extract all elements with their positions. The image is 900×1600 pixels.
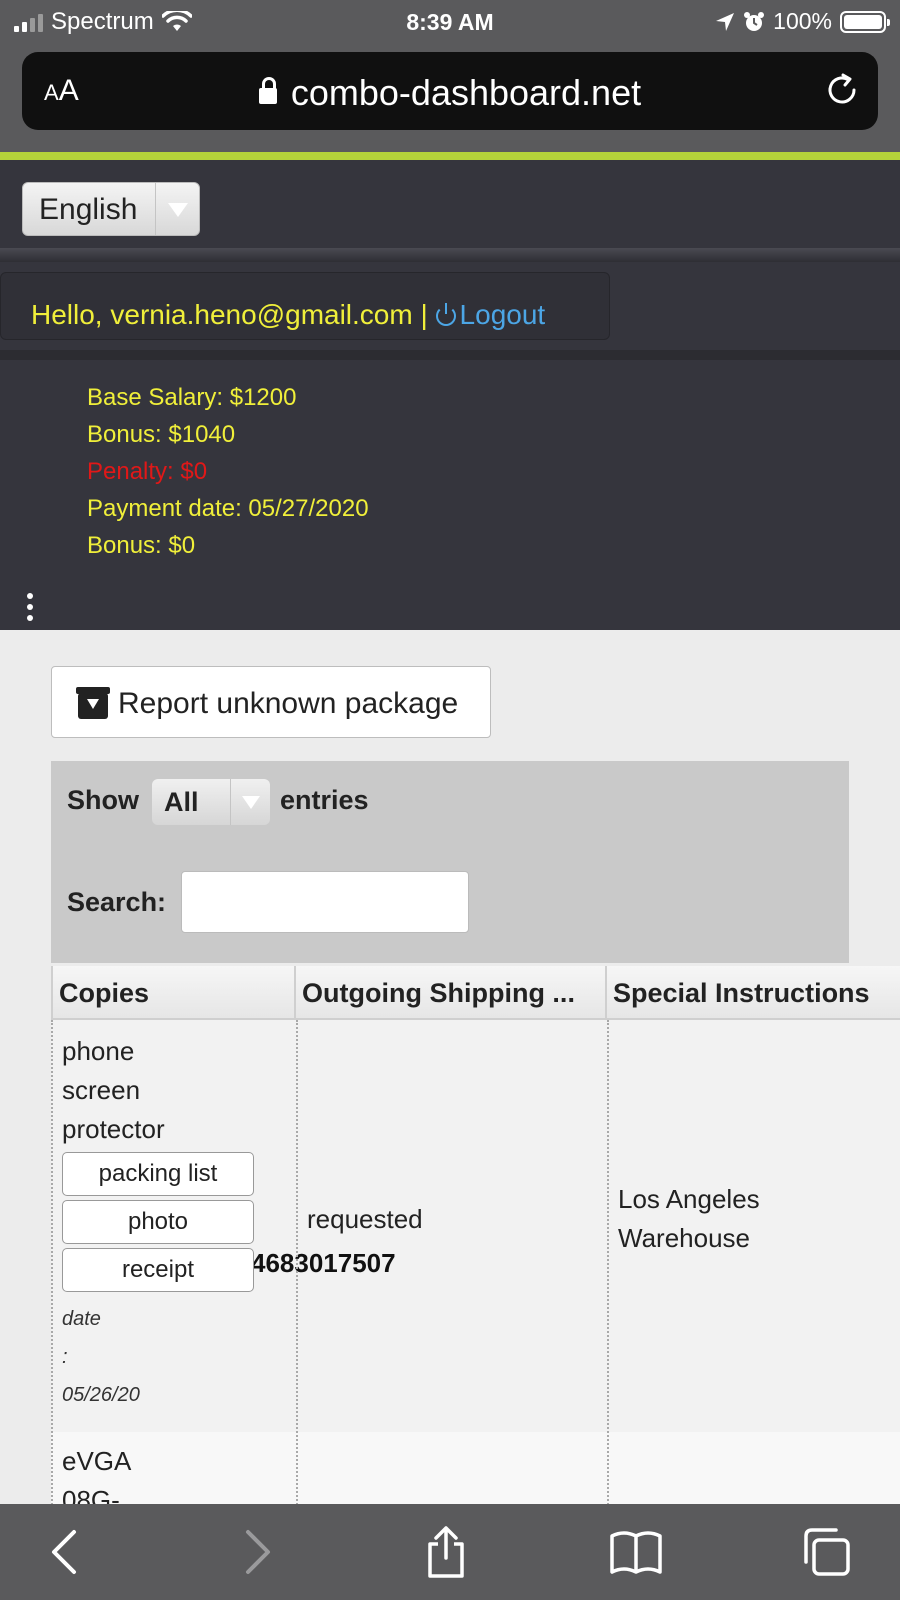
url-display[interactable]: combo-dashboard.net bbox=[22, 72, 878, 114]
column-header-outgoing-shipping[interactable]: Outgoing Shipping ... bbox=[296, 966, 607, 1020]
share-icon[interactable] bbox=[418, 1524, 474, 1580]
date-label: date bbox=[62, 1308, 101, 1330]
more-menu-icon[interactable] bbox=[24, 593, 36, 621]
base-salary: Base Salary: $1200 bbox=[87, 384, 297, 411]
alarm-icon bbox=[744, 11, 765, 31]
greeting-text: Hello, vernia.heno@gmail.com | bbox=[31, 299, 428, 330]
entries-select[interactable]: All bbox=[152, 779, 270, 825]
lock-icon bbox=[258, 77, 277, 104]
date-value: 05/26/20 bbox=[62, 1384, 140, 1406]
report-unknown-package-button[interactable]: Report unknown package bbox=[51, 666, 491, 738]
bonus-secondary: Bonus: $0 bbox=[87, 532, 196, 559]
column-divider bbox=[607, 1020, 609, 1504]
header-accent-line bbox=[0, 152, 900, 160]
language-select[interactable]: English bbox=[22, 182, 200, 236]
archive-box-icon bbox=[76, 687, 110, 719]
special-instructions: Los Angeles Warehouse bbox=[618, 1184, 760, 1253]
bonus: Bonus: $1040 bbox=[87, 421, 236, 448]
header-divider bbox=[0, 248, 900, 262]
site-header: English Hello, vernia.heno@gmail.com | L… bbox=[0, 160, 900, 630]
main-content: Report unknown package Show All entries … bbox=[0, 630, 900, 1504]
photo-button[interactable]: photo bbox=[62, 1200, 254, 1244]
header-divider-2 bbox=[0, 350, 900, 360]
status-bar-right: 100% bbox=[715, 8, 890, 35]
table-row: eVGA 08G- bbox=[51, 1432, 900, 1504]
browser-address-bar[interactable]: AA combo-dashboard.net bbox=[22, 52, 878, 130]
reload-icon[interactable] bbox=[822, 70, 862, 110]
column-divider bbox=[296, 1020, 298, 1504]
tabs-icon[interactable] bbox=[798, 1524, 854, 1580]
browser-toolbar bbox=[0, 1504, 900, 1600]
column-header-copies[interactable]: Copies bbox=[51, 966, 296, 1020]
report-button-label: Report unknown package bbox=[118, 687, 459, 720]
penalty: Penalty: $0 bbox=[87, 458, 208, 485]
bookmarks-icon[interactable] bbox=[608, 1524, 664, 1580]
column-header-special-instructions[interactable]: Special Instructions bbox=[607, 966, 900, 1020]
show-label: Show bbox=[67, 785, 139, 815]
tracking-number: 4683017507 bbox=[251, 1248, 396, 1278]
url-text: combo-dashboard.net bbox=[290, 72, 642, 113]
back-icon[interactable] bbox=[38, 1524, 94, 1580]
column-divider bbox=[51, 1020, 53, 1504]
language-value: English bbox=[39, 193, 138, 226]
search-input[interactable] bbox=[181, 871, 469, 933]
chevron-down-icon bbox=[230, 779, 270, 825]
power-icon bbox=[435, 303, 456, 326]
item-name: eVGA 08G- bbox=[62, 1446, 132, 1504]
search-label: Search: bbox=[67, 887, 167, 917]
location-arrow-icon bbox=[716, 12, 735, 31]
date-separator: : bbox=[62, 1346, 68, 1368]
table-row: phone screen protector 4683017507 packin… bbox=[51, 1020, 900, 1432]
battery-percent: 100% bbox=[773, 8, 832, 34]
user-greeting-box: Hello, vernia.heno@gmail.com | Logout bbox=[0, 272, 610, 340]
item-name: phone screen protector bbox=[62, 1036, 165, 1144]
status-bar: Spectrum 8:39 AM 100% bbox=[0, 0, 900, 46]
chevron-down-icon bbox=[155, 183, 199, 235]
shipping-status: requested bbox=[307, 1204, 423, 1234]
logout-link[interactable]: Logout bbox=[435, 299, 546, 330]
table-controls: Show All entries Search: bbox=[51, 761, 849, 963]
payment-date: Payment date: 05/27/2020 bbox=[87, 495, 369, 522]
forward-icon[interactable] bbox=[228, 1524, 284, 1580]
battery-icon bbox=[840, 10, 890, 33]
user-greeting: Hello, vernia.heno@gmail.com | Logout bbox=[31, 299, 545, 331]
entries-value: All bbox=[164, 787, 199, 817]
logout-label: Logout bbox=[459, 299, 546, 330]
entries-label: entries bbox=[280, 785, 369, 815]
receipt-button[interactable]: receipt bbox=[62, 1248, 254, 1292]
packing-list-button[interactable]: packing list bbox=[62, 1152, 254, 1196]
